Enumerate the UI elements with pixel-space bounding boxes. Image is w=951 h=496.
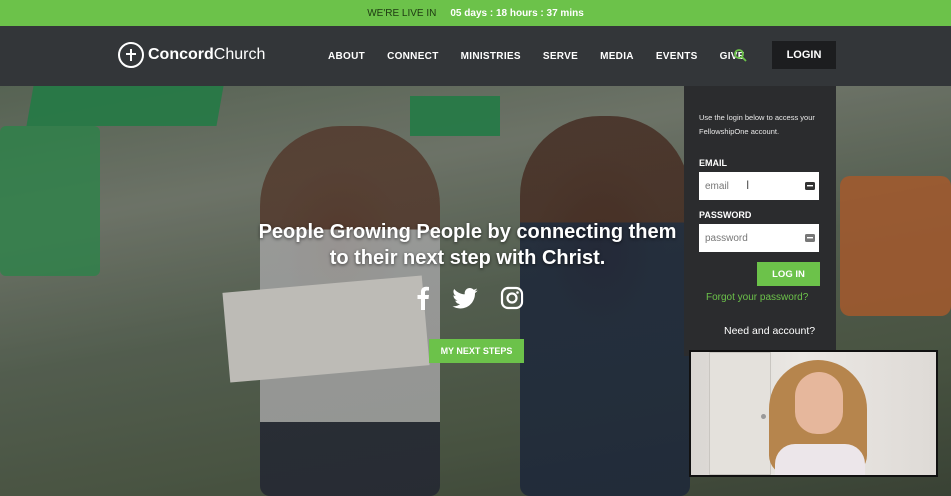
facebook-icon[interactable]	[416, 286, 430, 315]
nav-connect[interactable]: CONNECT	[387, 51, 439, 62]
webcam-overlay	[689, 350, 938, 477]
webcam-presenter-shirt	[775, 444, 865, 475]
nav-media[interactable]: MEDIA	[600, 51, 634, 62]
password-manager-icon[interactable]	[805, 233, 815, 246]
login-info-text: Use the login below to access your Fello…	[699, 113, 815, 136]
login-panel: Use the login below to access your Fello…	[684, 86, 836, 356]
hero-headline-line2: to their next step with Christ.	[329, 247, 606, 269]
nav-about[interactable]: ABOUT	[328, 51, 365, 62]
password-field[interactable]: password	[699, 224, 819, 252]
need-account-link[interactable]: Need and account?	[724, 325, 815, 337]
live-prefix: WE'RE LIVE IN	[367, 7, 437, 19]
search-icon[interactable]	[734, 49, 747, 67]
email-label: EMAIL	[699, 158, 727, 168]
cross-icon	[118, 42, 144, 68]
webcam-door-knob	[761, 414, 766, 419]
twitter-icon[interactable]	[452, 287, 478, 314]
text-cursor-icon: I	[746, 178, 750, 192]
email-field[interactable]: email I	[699, 172, 819, 200]
password-label: PASSWORD	[699, 210, 752, 220]
nav-ministries[interactable]: MINISTRIES	[461, 51, 521, 62]
live-countdown-bar: WE'RE LIVE IN 05 days : 18 hours : 37 mi…	[0, 0, 951, 26]
password-placeholder: password	[705, 232, 748, 244]
logo-text: ConcordChurch	[148, 46, 266, 63]
my-next-steps-button[interactable]: MY NEXT STEPS	[429, 339, 524, 363]
hero-headline: People Growing People by connecting them…	[240, 219, 695, 271]
nav-events[interactable]: EVENTS	[656, 51, 698, 62]
site-header: ConcordChurch ABOUT CONNECT MINISTRIES S…	[0, 26, 951, 86]
countdown-timer: 05 days : 18 hours : 37 mins	[450, 7, 584, 19]
site-logo[interactable]: ConcordChurch	[118, 42, 265, 68]
forgot-password-link[interactable]: Forgot your password?	[706, 292, 808, 303]
main-nav: ABOUT CONNECT MINISTRIES SERVE MEDIA EVE…	[328, 26, 745, 86]
log-in-button[interactable]: LOG IN	[757, 262, 820, 286]
social-links	[416, 286, 524, 315]
password-manager-icon[interactable]	[805, 181, 815, 194]
nav-serve[interactable]: SERVE	[543, 51, 578, 62]
webcam-presenter-face	[795, 372, 843, 434]
email-placeholder: email	[705, 180, 729, 192]
hero-headline-line1: People Growing People by connecting them	[258, 221, 677, 243]
header-login-button[interactable]: LOGIN	[772, 41, 836, 69]
instagram-icon[interactable]	[500, 286, 524, 315]
